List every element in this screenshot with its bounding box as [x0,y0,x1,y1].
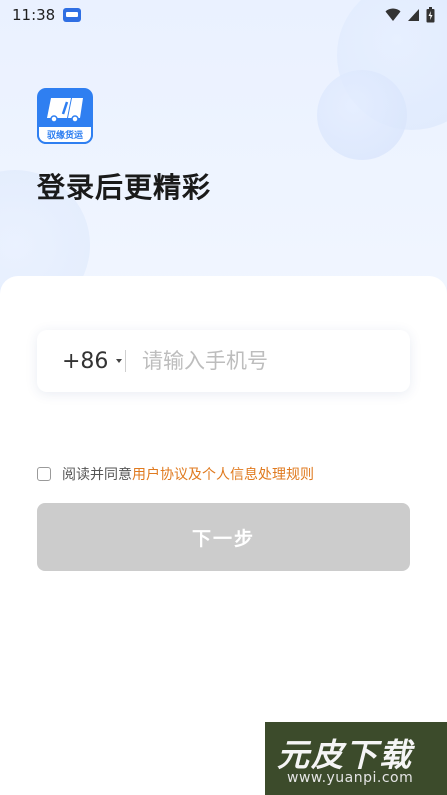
country-code-label: +86 [62,348,109,374]
watermark-url: www.yuanpi.com [287,770,414,786]
status-bar: 11:38 [0,0,447,30]
login-card: +86 阅读并同意 用户协议及个人信息处理规则 下一步 [0,276,447,795]
next-button[interactable]: 下一步 [37,503,410,571]
caret-down-icon [116,359,123,363]
login-screen: 11:38 驭缘货运 登录后更精彩 +86 请输入手机号 阅读并同意 用户协议及… [0,0,447,795]
truck-icon [47,98,83,123]
agreement-text: 阅读并同意 [62,467,132,483]
app-logo: 驭缘货运 [37,88,93,144]
agreement-link[interactable]: 用户协议及个人信息处理规则 [132,464,314,484]
country-code-selector[interactable]: +86 [37,349,125,374]
logo-label: 驭缘货运 [37,127,93,144]
agreement-row: 阅读并同意 用户协议及个人信息处理规则 [37,464,314,484]
app-notification-icon [63,8,82,22]
phone-input-box: +86 [37,330,410,392]
wifi-icon [385,8,401,21]
status-icons [385,7,435,23]
status-time: 11:38 [12,6,56,24]
phone-input[interactable] [126,330,410,392]
signal-icon [408,9,419,21]
agreement-checkbox[interactable] [37,467,51,481]
decor-bubble [317,70,407,160]
watermark: 元皮下载 www.yuanpi.com [265,722,447,795]
page-title: 登录后更精彩 [37,171,212,204]
battery-icon [426,7,435,23]
